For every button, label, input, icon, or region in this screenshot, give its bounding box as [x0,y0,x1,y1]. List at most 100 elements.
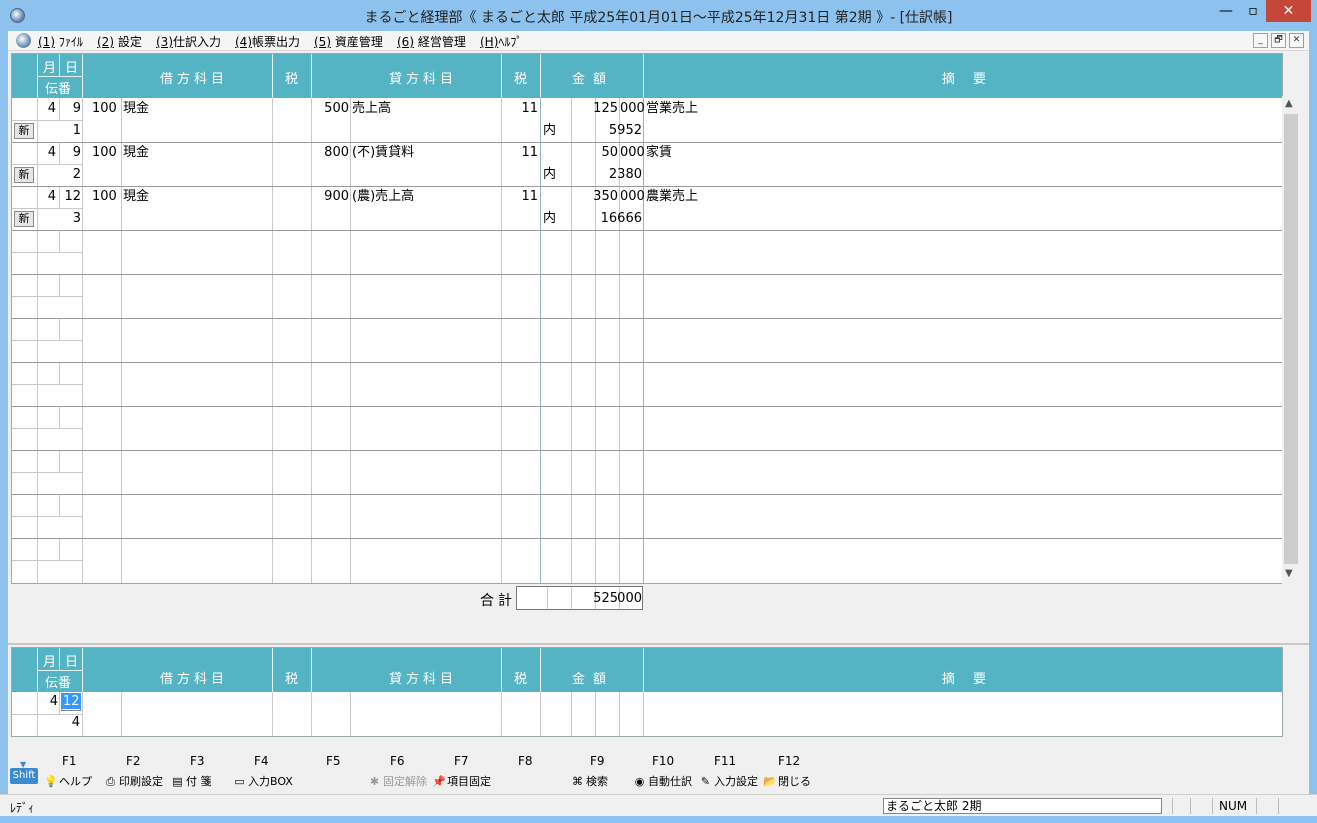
fkey-f7-label: F7 [454,754,469,768]
fkey-f9-button[interactable]: ⌘ 検索 [571,773,608,789]
entry-credit-code: 500 [324,101,349,116]
entry-inner-tax: 内 [543,123,557,138]
grid-day-line [59,362,60,384]
maximize-button[interactable]: ▫ [1240,0,1266,22]
splitter[interactable] [8,643,1309,645]
grid-day-line [59,230,60,252]
menu-file[interactable]: (1) ﾌｧｲﾙ [38,33,83,50]
new-entry-button[interactable]: 新 [14,167,34,183]
scroll-up-icon[interactable]: ▲ [1285,98,1293,109]
new-entry-button[interactable]: 新 [14,123,34,139]
entry-debit-name: 現金 [123,189,150,204]
input-header-debit: 借方科目 [160,672,229,687]
grid-half-line [12,472,82,473]
menu-business-management[interactable]: (6) 経営管理 [397,33,466,50]
entry-voucher: 2 [72,167,81,182]
fkey-f10-button[interactable]: ◉ 自動仕訳 [633,773,692,789]
input-header-month: 月 [43,655,61,670]
grid-row-line [12,494,1282,495]
new-entry-button[interactable]: 新 [14,211,34,227]
fkey-f11-text: 入力設定 [714,775,758,788]
fkey-f2-button[interactable]: ⎙ 印刷設定 [104,773,163,789]
fkey-f3-label: F3 [190,754,205,768]
grid-header: 月 日 伝番 借方科目 税 貸方科目 税 金額 摘要 [12,54,1282,98]
menu-journal-entry[interactable]: (3)仕訳入力 [156,33,221,50]
journal-grid: 月 日 伝番 借方科目 税 貸方科目 税 金額 摘要 4 9 1 100 現金 500 売上… [11,53,1283,584]
menu-help[interactable]: (H)ﾍﾙﾌﾟ [480,33,522,50]
grid-half-line [12,252,82,253]
fkey-f12-button[interactable]: 📂 閉じる [763,773,811,789]
fkey-f11-button[interactable]: ✎ 入力設定 [699,773,758,789]
pin-icon: 📌 [432,774,446,788]
entry-debit-code: 100 [92,101,117,116]
inputbox-icon: ▭ [234,774,245,788]
input-voucher-field[interactable]: 4 [60,715,80,731]
grid-column-line [82,98,83,583]
fkey-f7-button[interactable]: 📌 項目固定 [432,773,491,789]
grid-row-line [12,186,1282,187]
grid-day-line [59,450,60,472]
grid-half-line [12,164,82,165]
fkey-f6-text: 固定解除 [383,775,427,788]
menu-report-output[interactable]: (4)帳票出力 [235,33,300,50]
menu-bar: (1) ﾌｧｲﾙ (2) 設定 (3)仕訳入力 (4)帳票出力 (5) 資産管理… [8,31,1309,51]
entry-amount-hi: 350 [593,189,618,204]
input-header-amount: 金額 [572,672,615,687]
input-grid-header: 月 日 伝番 借方科目 税 貸方科目 税 金額 摘要 [12,648,1282,692]
fkey-f6-label: F6 [390,754,405,768]
fkey-f6-button[interactable]: ✱ 固定解除 [368,773,427,789]
header-day: 日 [65,61,83,76]
fkey-f4-button[interactable]: ▭ 入力BOX [233,773,293,789]
close-button[interactable]: ✕ [1266,0,1311,22]
fkey-f7-text: 項目固定 [447,775,491,788]
title-bar: まるごと経理部《 まるごと太郎 平成25年01月01日～平成25年12月31日 … [0,0,1317,31]
status-num-lock: NUM [1219,799,1248,813]
scroll-thumb[interactable] [1284,114,1298,564]
grid-half-line [12,428,82,429]
mdi-restore-button[interactable]: 🗗 [1271,33,1286,48]
mdi-close-button[interactable]: ✕ [1289,33,1304,48]
entry-debit-name: 現金 [123,101,150,116]
grid-row-line [12,450,1282,451]
vertical-scrollbar[interactable]: ▲ ▼ [1282,96,1300,584]
input-header-memo: 摘要 [942,672,1005,687]
auto-journal-icon: ◉ [634,774,645,788]
fkey-f1-button[interactable]: 💡 ヘルプ [44,773,92,789]
mdi-minimize-button[interactable]: _ [1253,33,1268,48]
lightbulb-icon: 💡 [44,774,58,788]
grid-column-line [501,98,502,583]
entry-debit-code: 100 [92,145,117,160]
grid-row-line [12,230,1282,231]
input-header-tax2: 税 [514,672,532,687]
menu-settings[interactable]: (2) 設定 [97,33,142,50]
fkey-f8-label: F8 [518,754,533,768]
minimize-button[interactable]: — [1212,0,1240,22]
folder-close-icon: 📂 [763,774,777,788]
entry-credit-name: (不)賃貸料 [352,145,415,160]
scroll-down-icon[interactable]: ▼ [1285,568,1293,579]
fkey-f3-button[interactable]: ▤ 付 箋 [171,773,211,789]
entry-debit-code: 100 [92,189,117,204]
header-credit: 貸方科目 [389,72,458,87]
shift-button[interactable]: Shift [10,768,38,784]
entry-credit-code: 900 [324,189,349,204]
grid-column-line [540,98,541,583]
entry-tax-amount: 5952 [608,123,642,138]
input-header-voucher: 伝番 [45,676,72,691]
header-month: 月 [43,61,61,76]
status-bar: ﾚﾃﾞｨ まるごと太郎 2期 NUM [0,794,1317,816]
grid-row-line [12,318,1282,319]
grid-day-line [59,538,60,560]
input-day-field[interactable]: 12 [61,693,81,711]
document-icon[interactable] [16,33,31,48]
header-debit: 借方科目 [160,72,229,87]
menu-asset-management[interactable]: (5) 資産管理 [314,33,383,50]
fkey-f2-text: 印刷設定 [119,775,163,788]
header-voucher: 伝番 [45,82,72,97]
input-month-field[interactable]: 4 [38,694,58,710]
entry-month: 4 [47,145,56,160]
entry-day: 9 [72,101,81,116]
fkey-f5-label: F5 [326,754,341,768]
total-box: 525 000 [516,586,643,610]
grid-half-line [12,384,82,385]
